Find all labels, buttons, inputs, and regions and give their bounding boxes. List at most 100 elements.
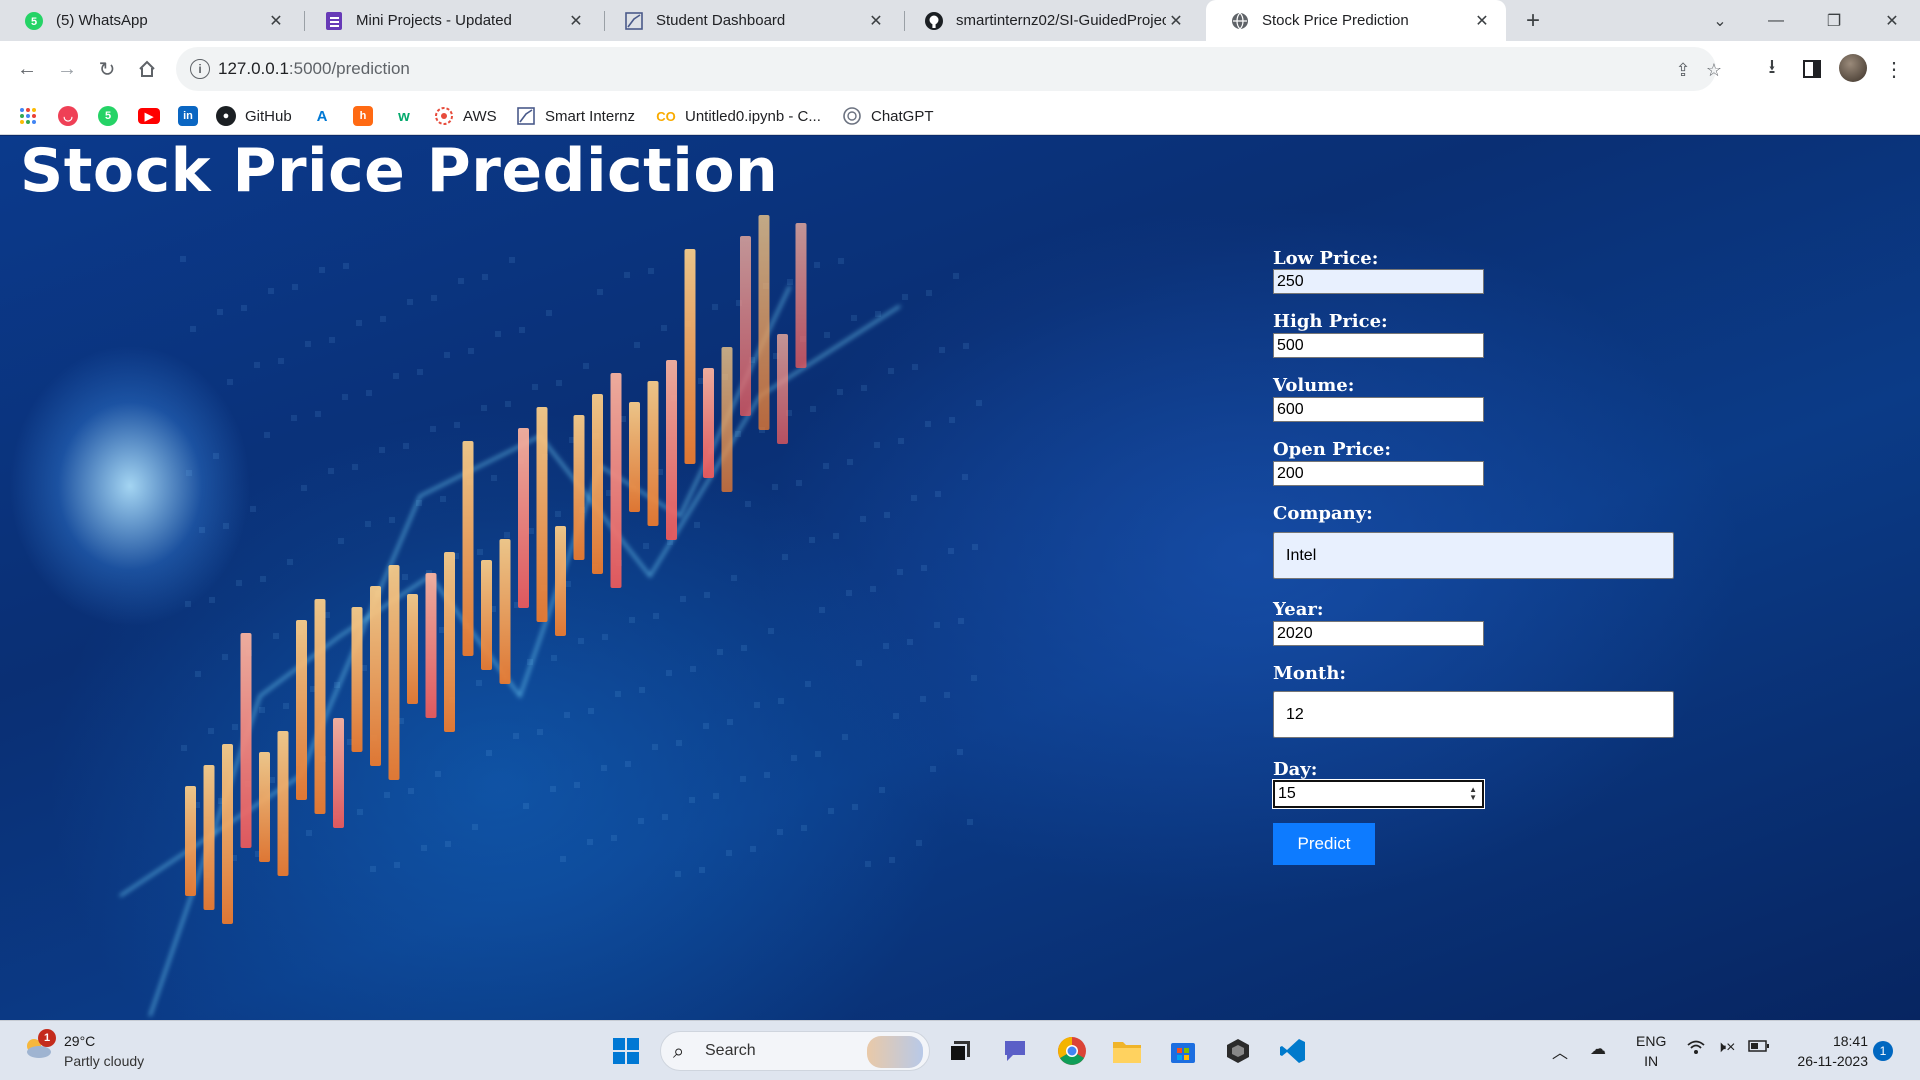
system-clock[interactable]: 18:41 26-11-2023 <box>1784 1031 1868 1071</box>
bookmark-colab[interactable]: CO Untitled0.ipynb - C... <box>656 105 821 127</box>
unity-icon[interactable] <box>1218 1031 1258 1071</box>
background-texture-dot <box>874 442 880 448</box>
weather-alert-badge: 1 <box>38 1029 56 1047</box>
background-texture-dot <box>934 622 940 628</box>
notification-badge[interactable]: 1 <box>1873 1041 1893 1061</box>
background-texture-dot <box>208 728 214 734</box>
background-texture-dot <box>828 808 834 814</box>
bookmark-azure[interactable]: A <box>312 105 341 127</box>
low-price-input[interactable]: 250 <box>1273 269 1484 294</box>
background-candle <box>462 441 474 656</box>
company-input[interactable]: Intel <box>1273 532 1674 579</box>
windows-taskbar: 1 29°C Partly cloudy ⌕ Search ︿ ☁ ENG IN… <box>0 1020 1920 1080</box>
onedrive-icon[interactable]: ☁ <box>1590 1039 1606 1059</box>
side-panel-icon[interactable] <box>1796 53 1828 85</box>
bookmark-chatgpt[interactable]: ChatGPT <box>842 105 934 127</box>
background-texture-dot <box>338 538 344 544</box>
home-icon[interactable] <box>132 54 162 84</box>
background-texture-dot <box>380 316 386 322</box>
close-icon[interactable]: ✕ <box>1166 11 1186 31</box>
download-icon[interactable]: ⭳ <box>1756 53 1788 85</box>
close-icon[interactable]: ✕ <box>566 11 586 31</box>
volume-muted-icon[interactable]: 🕨× <box>1716 1039 1735 1057</box>
close-icon[interactable]: ✕ <box>866 11 886 31</box>
background-texture-dot <box>444 352 450 358</box>
more-menu-icon[interactable]: ⋮ <box>1878 53 1910 85</box>
site-info-icon[interactable]: i <box>190 59 210 79</box>
background-texture-dot <box>180 256 186 262</box>
chatgpt-icon <box>842 106 862 126</box>
background-texture-dot <box>860 516 866 522</box>
close-icon[interactable]: ✕ <box>1472 11 1492 31</box>
bookmark-pocket[interactable]: ◡ <box>58 105 87 127</box>
profile-avatar[interactable] <box>1839 54 1867 82</box>
chrome-icon[interactable] <box>1052 1031 1092 1071</box>
task-view-icon[interactable] <box>940 1031 980 1071</box>
language-indicator[interactable]: ENG IN <box>1636 1031 1666 1071</box>
windows-start-icon[interactable] <box>606 1031 646 1071</box>
bookmark-linkedin[interactable]: in <box>178 105 207 127</box>
bookmark-whatsapp[interactable]: 5 <box>98 105 127 127</box>
background-candle <box>721 347 733 492</box>
bookmark-hashnode[interactable]: h <box>353 105 382 127</box>
bookmark-github[interactable]: ● GitHub <box>216 105 292 127</box>
vscode-icon[interactable] <box>1273 1031 1313 1071</box>
background-texture-dot <box>704 592 710 598</box>
tab-mini-projects[interactable]: Mini Projects - Updated ✕ <box>300 0 600 41</box>
open-price-input[interactable]: 200 <box>1273 461 1484 486</box>
wifi-icon[interactable] <box>1686 1039 1706 1060</box>
tab-whatsapp[interactable]: 5 (5) WhatsApp ✕ <box>0 0 300 41</box>
background-texture-dot <box>611 835 617 841</box>
github-icon: ● <box>216 106 236 126</box>
high-price-label: High Price: <box>1273 311 1388 332</box>
predict-button[interactable]: Predict <box>1273 823 1375 865</box>
bookmark-youtube[interactable]: ▶ <box>138 105 169 127</box>
reload-icon[interactable]: ↻ <box>92 54 122 84</box>
background-texture-dot <box>597 289 603 295</box>
battery-icon[interactable] <box>1748 1039 1770 1058</box>
taskbar-search[interactable]: ⌕ Search <box>660 1031 930 1071</box>
background-texture-dot <box>717 649 723 655</box>
year-input[interactable]: 2020 <box>1273 621 1484 646</box>
microsoft-store-icon[interactable] <box>1163 1031 1203 1071</box>
month-input[interactable]: 12 <box>1273 691 1674 738</box>
bookmark-apps[interactable] <box>18 105 47 127</box>
teams-chat-icon[interactable] <box>995 1031 1035 1071</box>
tab-stock-price-prediction[interactable]: Stock Price Prediction ✕ <box>1206 0 1506 41</box>
restore-button[interactable]: ❐ <box>1806 0 1862 41</box>
background-texture-dot <box>408 788 414 794</box>
close-icon[interactable]: ✕ <box>266 11 286 31</box>
tab-search-chevron-icon[interactable]: ⌄ <box>1692 0 1748 41</box>
bookmark-star-icon[interactable]: ☆ <box>1703 59 1725 81</box>
forward-arrow-icon[interactable]: → <box>52 54 82 84</box>
share-icon[interactable]: ⇪ <box>1672 59 1694 81</box>
volume-input[interactable]: 600 <box>1273 397 1484 422</box>
day-input[interactable]: 15 ▲ ▼ <box>1272 779 1485 809</box>
bookmark-aws[interactable]: AWS <box>434 105 497 127</box>
background-texture-dot <box>625 761 631 767</box>
file-explorer-icon[interactable] <box>1107 1031 1147 1071</box>
bookmark-w3schools[interactable]: w <box>394 105 423 127</box>
clock-date: 26-11-2023 <box>1797 1053 1868 1069</box>
window-close-button[interactable]: ✕ <box>1864 0 1920 41</box>
address-bar[interactable]: i 127.0.0.1:5000/prediction ⇪ ☆ <box>176 47 1722 91</box>
weather-temperature: 29°C <box>64 1033 96 1049</box>
background-texture-dot <box>883 643 889 649</box>
background-texture-dot <box>879 787 885 793</box>
tab-student-dashboard[interactable]: Student Dashboard ✕ <box>600 0 900 41</box>
high-price-input[interactable]: 500 <box>1273 333 1484 358</box>
number-spinner-icon[interactable]: ▲ ▼ <box>1469 786 1477 802</box>
background-candle <box>573 415 585 560</box>
minimize-button[interactable]: — <box>1748 0 1804 41</box>
background-texture-dot <box>920 696 926 702</box>
back-arrow-icon[interactable]: ← <box>12 54 42 84</box>
bookmark-smart-internz[interactable]: Smart Internz <box>516 105 635 127</box>
background-texture-dot <box>546 310 552 316</box>
tab-github[interactable]: smartinternz02/SI-GuidedProjec ✕ <box>900 0 1200 41</box>
new-tab-button[interactable]: + <box>1520 7 1546 34</box>
background-texture-dot <box>962 474 968 480</box>
background-texture-dot <box>486 750 492 756</box>
background-texture-dot <box>555 511 561 517</box>
background-texture-dot <box>958 618 964 624</box>
show-hidden-icons-chevron-icon[interactable]: ︿ <box>1552 1039 1568 1063</box>
